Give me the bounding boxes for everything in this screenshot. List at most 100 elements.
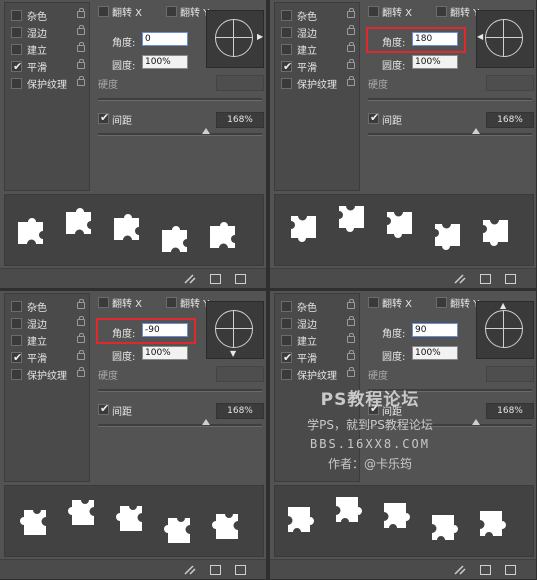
puzzle-piece-icon	[162, 226, 187, 252]
lock-icon[interactable]	[347, 333, 355, 343]
lock-icon[interactable]	[347, 350, 355, 360]
option-checkbox[interactable]: ✔	[11, 351, 22, 364]
option-checkbox[interactable]	[11, 335, 22, 346]
lock-icon[interactable]	[77, 333, 85, 343]
brush-option[interactable]: 保护纹理	[11, 76, 87, 91]
brush-option[interactable]: ✔ 平滑	[11, 59, 87, 74]
lock-icon[interactable]	[347, 25, 355, 35]
new-preset-icon[interactable]	[235, 565, 246, 575]
brush-option[interactable]: 杂色	[281, 299, 357, 314]
brush-option[interactable]: 杂色	[11, 299, 87, 314]
new-preset-icon[interactable]	[505, 274, 516, 284]
lock-icon[interactable]	[347, 42, 355, 52]
brush-option[interactable]: ✔ 平滑	[11, 350, 87, 365]
angle-input[interactable]: 0	[142, 32, 188, 46]
brush-option[interactable]: 建立	[11, 333, 87, 348]
option-checkbox[interactable]	[281, 78, 292, 89]
brush-tool-icon[interactable]	[184, 274, 196, 284]
option-checkbox[interactable]	[11, 301, 22, 312]
roundness-input[interactable]: 100%	[142, 346, 188, 360]
option-checkbox[interactable]	[11, 27, 22, 38]
option-checkbox[interactable]	[281, 27, 292, 38]
option-checkbox[interactable]: ✔	[281, 351, 292, 364]
lock-icon[interactable]	[77, 25, 85, 35]
brush-option[interactable]: 保护纹理	[281, 367, 357, 382]
lock-icon[interactable]	[347, 8, 355, 18]
spacing-slider[interactable]	[368, 128, 532, 136]
lock-icon[interactable]	[77, 59, 85, 69]
slider-knob[interactable]	[202, 128, 210, 134]
grid-icon[interactable]	[210, 274, 221, 284]
spacing-value[interactable]: 168%	[216, 112, 264, 128]
new-preset-icon[interactable]	[505, 565, 516, 575]
slider-knob[interactable]	[202, 419, 210, 425]
option-checkbox[interactable]	[11, 369, 22, 380]
option-checkbox[interactable]	[11, 318, 22, 329]
brush-tool-icon[interactable]	[454, 274, 466, 284]
brush-option[interactable]: 保护纹理	[281, 76, 357, 91]
option-checkbox[interactable]	[281, 318, 292, 329]
lock-icon[interactable]	[77, 299, 85, 309]
brush-option[interactable]: ✔ 平滑	[281, 59, 357, 74]
lock-icon[interactable]	[347, 299, 355, 309]
option-checkbox[interactable]	[281, 44, 292, 55]
brush-option[interactable]: 建立	[11, 42, 87, 57]
new-preset-icon[interactable]	[235, 274, 246, 284]
puzzle-piece-icon	[68, 500, 94, 525]
lock-icon[interactable]	[77, 8, 85, 18]
lock-icon[interactable]	[347, 316, 355, 326]
brush-tool-icon[interactable]	[184, 565, 196, 575]
lock-icon[interactable]	[347, 367, 355, 377]
lock-icon[interactable]	[77, 42, 85, 52]
grid-icon[interactable]	[480, 565, 491, 575]
grid-icon[interactable]	[480, 274, 491, 284]
spacing-value[interactable]: 168%	[486, 112, 534, 128]
option-checkbox[interactable]	[11, 10, 22, 21]
spacing-checkbox[interactable]: ✔	[98, 402, 109, 415]
spacing-checkbox[interactable]: ✔	[368, 111, 379, 124]
spacing-value[interactable]: 168%	[216, 403, 264, 419]
brush-option[interactable]: 杂色	[11, 8, 87, 23]
slider-knob[interactable]	[472, 128, 480, 134]
option-label: 湿边	[27, 320, 47, 331]
option-checkbox[interactable]: ✔	[281, 60, 292, 73]
brush-option[interactable]: 建立	[281, 333, 357, 348]
brush-option[interactable]: ✔ 平滑	[281, 350, 357, 365]
option-checkbox[interactable]: ✔	[11, 60, 22, 73]
brush-option[interactable]: 湿边	[11, 25, 87, 40]
angle-dial[interactable]: ▶	[206, 10, 264, 68]
brush-tool-icon[interactable]	[454, 565, 466, 575]
roundness-input[interactable]: 100%	[142, 55, 188, 69]
brush-option[interactable]: 湿边	[281, 316, 357, 331]
lock-icon[interactable]	[77, 350, 85, 360]
option-checkbox[interactable]	[11, 44, 22, 55]
angle-dial[interactable]: ◀	[476, 10, 534, 68]
spacing-slider[interactable]	[98, 419, 262, 427]
roundness-input[interactable]: 100%	[412, 346, 458, 360]
brush-option[interactable]: 保护纹理	[11, 367, 87, 382]
angle-dial[interactable]: ▼	[206, 301, 264, 359]
panel-footer	[0, 268, 266, 288]
spacing-value[interactable]: 168%	[486, 403, 534, 419]
option-checkbox[interactable]	[281, 369, 292, 380]
lock-icon[interactable]	[77, 76, 85, 86]
angle-input[interactable]: 90	[412, 323, 458, 337]
option-checkbox[interactable]	[11, 78, 22, 89]
brush-option[interactable]: 湿边	[11, 316, 87, 331]
brush-option[interactable]: 湿边	[281, 25, 357, 40]
slider-knob[interactable]	[472, 419, 480, 425]
lock-icon[interactable]	[347, 76, 355, 86]
spacing-slider[interactable]	[98, 128, 262, 136]
lock-icon[interactable]	[77, 316, 85, 326]
option-checkbox[interactable]	[281, 335, 292, 346]
angle-dial[interactable]: ▲	[476, 301, 534, 359]
lock-icon[interactable]	[347, 59, 355, 69]
option-checkbox[interactable]	[281, 301, 292, 312]
lock-icon[interactable]	[77, 367, 85, 377]
brush-option[interactable]: 杂色	[281, 8, 357, 23]
spacing-checkbox[interactable]: ✔	[98, 111, 109, 124]
brush-option[interactable]: 建立	[281, 42, 357, 57]
grid-icon[interactable]	[210, 565, 221, 575]
option-checkbox[interactable]	[281, 10, 292, 21]
roundness-input[interactable]: 100%	[412, 55, 458, 69]
